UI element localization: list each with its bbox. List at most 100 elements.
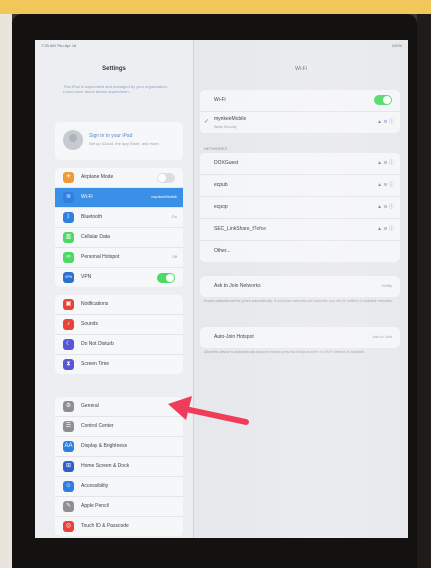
network-status-icons[interactable]: ▲ ≋ ⓘ xyxy=(377,181,394,188)
auto-join-hotspot-note: Allow this device to automatically disco… xyxy=(204,350,366,354)
auto-join-hotspot-value: Ask to Join xyxy=(372,334,392,339)
wifi-detail-pane: 100% Wi-Fi Wi-Fi ✓ mynkeeMobile Weak Sec… xyxy=(194,40,408,538)
wifi-label: Wi-Fi xyxy=(214,97,226,103)
auto-join-hotspot-label: Auto-Join Hotspot xyxy=(214,334,254,340)
wifi-card: Wi-Fi ✓ mynkeeMobile Weak Security ▲ ≋ ⓘ xyxy=(200,90,400,133)
status-time: 7:33 AM Thu Apr 16 xyxy=(41,43,77,48)
bluetooth-icon: ᛒ xyxy=(63,212,74,223)
ipad-screen: 7:33 AM Thu Apr 16 Settings This iPad is… xyxy=(35,40,408,538)
networks-card: DOXGuest ▲ ≋ ⓘ ecpub ▲ ≋ ⓘ ecpop ▲ ≋ ⓘ SEC_Lin… xyxy=(200,153,400,262)
networks-header: NETWORKS xyxy=(204,146,228,151)
sidebar-item-apple-pencil[interactable]: ✎ Apple Pencil xyxy=(55,497,183,517)
sidebar-item-vpn[interactable]: VPN VPN xyxy=(55,268,183,287)
ask-to-join-card[interactable]: Ask to Join Networks Notify xyxy=(200,276,400,297)
supervision-note[interactable]: This iPad is supervised and managed by y… xyxy=(63,84,171,94)
sidebar-item-screen-time[interactable]: ⧗ Screen Time xyxy=(55,355,183,374)
wifi-toggle[interactable] xyxy=(374,95,392,105)
do-not-disturb-icon: ☾ xyxy=(63,339,74,350)
screen-time-icon: ⧗ xyxy=(63,359,74,370)
account-card[interactable]: Sign in to your iPad Set up iCloud, the … xyxy=(55,122,183,160)
sidebar-item-notifications[interactable]: ▣ Notifications xyxy=(55,295,183,315)
current-network-row[interactable]: ✓ mynkeeMobile Weak Security ▲ ≋ ⓘ xyxy=(200,112,400,133)
sidebar-item-label: Do Not Disturb xyxy=(81,341,114,347)
sidebar-item-label: Control Center xyxy=(81,423,114,429)
ask-to-join-row[interactable]: Ask to Join Networks Notify xyxy=(200,276,400,297)
vpn-icon: VPN xyxy=(63,272,74,283)
hotspot-icon: ∞ xyxy=(63,252,74,263)
sidebar-title: Settings xyxy=(102,66,126,72)
auto-join-hotspot-row[interactable]: Auto-Join Hotspot Ask to Join xyxy=(200,327,400,348)
sidebar-item-label: Touch ID & Passcode xyxy=(81,523,129,529)
network-row[interactable]: ecpop ▲ ≋ ⓘ xyxy=(200,197,400,219)
sidebar-item-value: mynkeeMobile xyxy=(151,194,177,199)
other-network-label: Other... xyxy=(214,248,231,254)
network-status-icons[interactable]: ▲ ≋ ⓘ xyxy=(377,225,394,232)
sidebar-item-label: VPN xyxy=(81,274,92,280)
sidebar-item-label: Apple Pencil xyxy=(81,503,109,509)
gear-icon: ⚙ xyxy=(63,401,74,412)
sidebar-item-label: Wi-Fi xyxy=(81,194,93,200)
settings-group-connectivity: ✈ Airplane Mode ≋ Wi-Fi mynkeeMobile ᛒ Bluetoo… xyxy=(55,168,183,287)
airplane-mode-toggle[interactable] xyxy=(157,173,175,183)
wifi-icon: ≋ xyxy=(63,192,74,203)
current-network-security: Weak Security xyxy=(214,125,237,129)
network-name: ecpub xyxy=(214,182,228,188)
network-status-icons[interactable]: ▲ ≋ ⓘ xyxy=(377,159,394,166)
sidebar-item-airplane-mode[interactable]: ✈ Airplane Mode xyxy=(55,168,183,188)
account-title: Sign in to your iPad xyxy=(89,133,133,139)
sidebar-item-label: Home Screen & Dock xyxy=(81,463,130,469)
touch-id-icon: ◎ xyxy=(63,521,74,532)
network-row-other[interactable]: Other... xyxy=(200,241,400,262)
pencil-icon: ✎ xyxy=(63,501,74,512)
sidebar-item-value: Off xyxy=(171,254,177,259)
sidebar-item-home-screen-dock[interactable]: ⊞ Home Screen & Dock xyxy=(55,457,183,477)
sidebar-item-cellular-data[interactable]: ▥ Cellular Data xyxy=(55,228,183,248)
auto-join-hotspot-card[interactable]: Auto-Join Hotspot Ask to Join xyxy=(200,327,400,348)
status-battery: 100% xyxy=(391,43,402,48)
sidebar-item-personal-hotspot[interactable]: ∞ Personal Hotspot Off xyxy=(55,248,183,268)
sidebar-item-label: Bluetooth xyxy=(81,214,103,220)
detail-title: Wi-Fi xyxy=(295,66,307,72)
wifi-toggle-row: Wi-Fi xyxy=(200,90,400,112)
sidebar-item-label: Airplane Mode xyxy=(81,174,114,180)
sidebar-item-sounds[interactable]: ♪ Sounds xyxy=(55,315,183,335)
toggle-knob xyxy=(166,274,174,282)
current-network-name: mynkeeMobile xyxy=(214,116,247,122)
network-name: ecpop xyxy=(214,204,228,210)
sidebar-item-label: Accessibility xyxy=(81,483,109,489)
toggle-knob xyxy=(158,174,166,182)
network-status-icons[interactable]: ▲ ≋ ⓘ xyxy=(377,118,394,125)
background-right xyxy=(417,14,431,568)
sidebar-item-display-brightness[interactable]: AA Display & Brightness xyxy=(55,437,183,457)
sidebar-item-touch-id-passcode[interactable]: ◎ Touch ID & Passcode xyxy=(55,517,183,536)
control-center-icon: ☰ xyxy=(63,421,74,432)
sidebar-item-do-not-disturb[interactable]: ☾ Do Not Disturb xyxy=(55,335,183,355)
sidebar-item-label: Cellular Data xyxy=(81,234,110,240)
network-row[interactable]: DOXGuest ▲ ≋ ⓘ xyxy=(200,153,400,175)
network-row[interactable]: ecpub ▲ ≋ ⓘ xyxy=(200,175,400,197)
sidebar-item-label: Sounds xyxy=(81,321,98,327)
sidebar-item-bluetooth[interactable]: ᛒ Bluetooth On xyxy=(55,208,183,228)
sidebar-item-value: On xyxy=(171,214,177,219)
cellular-icon: ▥ xyxy=(63,232,74,243)
ask-to-join-label: Ask to Join Networks xyxy=(214,283,261,289)
avatar xyxy=(63,130,83,150)
network-status-icons[interactable]: ▲ ≋ ⓘ xyxy=(377,203,394,210)
accessibility-icon: ☺ xyxy=(63,481,74,492)
sidebar-item-label: General xyxy=(81,403,99,409)
network-row[interactable]: SEC_LinkShare_f7efce ▲ ≋ ⓘ xyxy=(200,219,400,241)
sidebar-item-accessibility[interactable]: ☺ Accessibility xyxy=(55,477,183,497)
top-strip xyxy=(0,0,431,14)
background-left xyxy=(0,14,12,568)
sidebar-item-wi-fi[interactable]: ≋ Wi-Fi mynkeeMobile xyxy=(55,188,183,208)
settings-sidebar: 7:33 AM Thu Apr 16 Settings This iPad is… xyxy=(35,40,194,538)
red-arrow-annotation-icon xyxy=(168,396,249,425)
vpn-toggle[interactable] xyxy=(157,273,175,283)
network-name: SEC_LinkShare_f7efce xyxy=(214,226,266,232)
sidebar-item-label: Notifications xyxy=(81,301,109,307)
display-icon: AA xyxy=(63,441,74,452)
checkmark-icon: ✓ xyxy=(204,119,210,125)
notifications-icon: ▣ xyxy=(63,299,74,310)
ask-to-join-value: Notify xyxy=(381,283,392,288)
settings-group-notifications: ▣ Notifications ♪ Sounds ☾ Do Not Disturb ⧗ Scr… xyxy=(55,295,183,374)
